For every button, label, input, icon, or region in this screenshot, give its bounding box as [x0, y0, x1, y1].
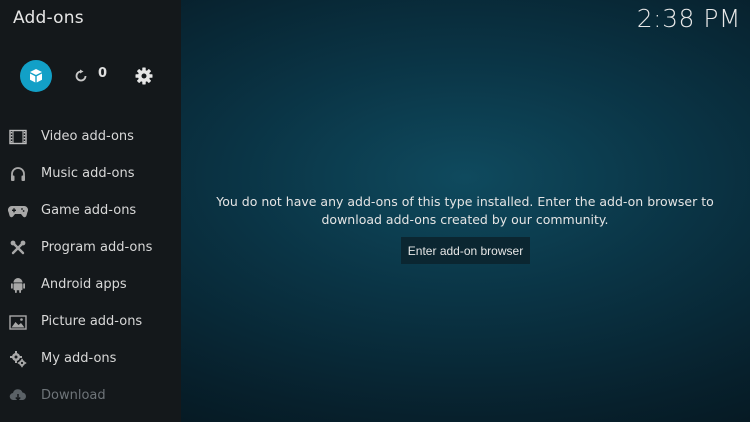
update-button[interactable]	[73, 68, 89, 84]
menu-item-game-addons[interactable]: Game add-ons	[0, 192, 181, 229]
menu-item-music-addons[interactable]: Music add-ons	[0, 155, 181, 192]
window-title: Add-ons	[13, 8, 84, 28]
menu-item-label: Download	[41, 388, 106, 403]
headphones-icon	[8, 164, 28, 184]
addon-category-menu: Video add-ons Music add-ons Game add-ons…	[0, 118, 181, 414]
menu-item-picture-addons[interactable]: Picture add-ons	[0, 303, 181, 340]
menu-item-label: My add-ons	[41, 351, 117, 366]
film-icon	[8, 127, 28, 147]
tools-icon	[8, 238, 28, 258]
open-box-icon	[30, 69, 42, 83]
menu-item-my-addons[interactable]: My add-ons	[0, 340, 181, 377]
android-icon	[8, 275, 28, 295]
menu-item-android-apps[interactable]: Android apps	[0, 266, 181, 303]
picture-icon	[8, 312, 28, 332]
sidebar-toolbar: 0	[20, 60, 170, 92]
gear-icon	[135, 67, 153, 85]
gears-icon	[8, 349, 28, 369]
refresh-icon	[75, 69, 87, 82]
gamepad-icon	[8, 201, 28, 221]
update-count: 0	[98, 66, 108, 81]
menu-item-download[interactable]: Download	[0, 377, 181, 414]
addon-browser-button[interactable]	[20, 60, 52, 92]
menu-item-video-addons[interactable]: Video add-ons	[0, 118, 181, 155]
sidebar: Add-ons 0 Video add-ons Music add-ons Ga…	[0, 0, 181, 422]
enter-addon-browser-button[interactable]: Enter add-on browser	[401, 237, 530, 264]
menu-item-label: Video add-ons	[41, 129, 134, 144]
menu-item-label: Android apps	[41, 277, 127, 292]
menu-item-label: Music add-ons	[41, 166, 135, 181]
clock: 2:38 PM	[636, 4, 741, 33]
empty-state-message: You do not have any add-ons of this type…	[216, 194, 714, 227]
menu-item-label: Program add-ons	[41, 240, 153, 255]
menu-item-label: Game add-ons	[41, 203, 137, 218]
settings-button[interactable]	[134, 66, 154, 86]
menu-item-label: Picture add-ons	[41, 314, 143, 329]
menu-item-program-addons[interactable]: Program add-ons	[0, 229, 181, 266]
download-icon	[8, 386, 28, 406]
kodi-addons-screen: Add-ons 0 Video add-ons Music add-ons Ga…	[0, 0, 750, 422]
